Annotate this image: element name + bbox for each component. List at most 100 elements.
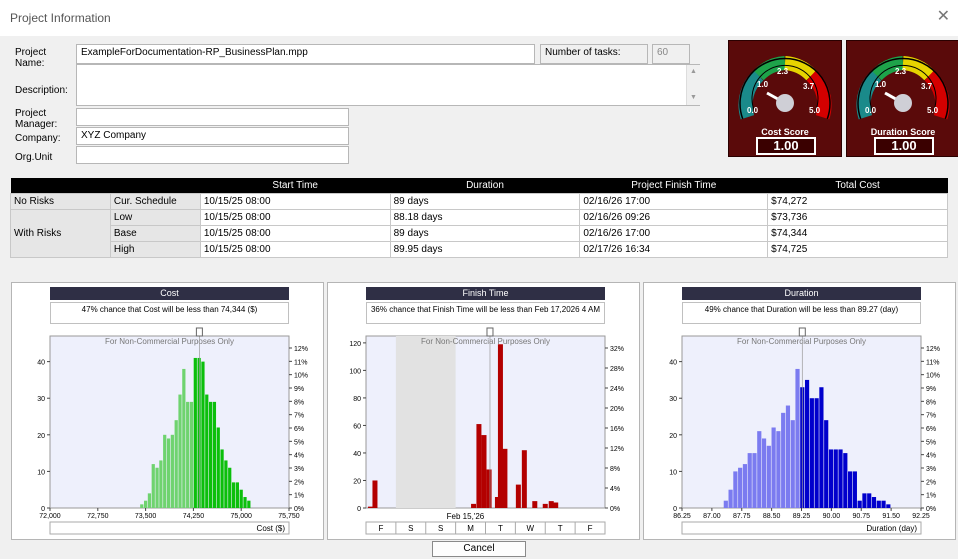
histogram-bar <box>532 501 538 508</box>
title-bar: Project Information ✕ <box>0 0 958 36</box>
histogram-bar <box>481 435 487 508</box>
histogram-bar <box>239 489 243 508</box>
duration-score-gauge: 0.0 1.0 2.3 3.7 5.0 Duration Score 1.00 <box>846 40 958 157</box>
y2-tick-label: 12% <box>610 446 624 453</box>
total-cost-cell: $74,272 <box>767 192 948 210</box>
company-field[interactable]: XYZ Company <box>76 127 349 145</box>
histogram-bar <box>151 464 155 508</box>
project-name-field[interactable]: ExampleForDocumentation-RP_BusinessPlan.… <box>76 44 535 64</box>
x-tick-label: 91.50 <box>882 513 900 520</box>
day-label: T <box>498 524 503 533</box>
histogram-bar <box>155 467 159 508</box>
y-tick-label: 100 <box>349 368 361 375</box>
gauge-value: 1.00 <box>874 137 934 155</box>
y2-tick-label: 12% <box>294 346 308 353</box>
table-row: High 10/15/25 08:00 89.95 days 02/17/26 … <box>11 240 948 258</box>
threshold-marker <box>798 327 806 337</box>
histogram-bar <box>857 500 862 508</box>
y2-tick-label: 7% <box>926 413 936 420</box>
histogram-bar <box>220 449 224 508</box>
histogram-bar <box>182 368 186 508</box>
gauge-tick-3: 3.7 <box>803 82 815 91</box>
y-tick-label: 40 <box>669 360 677 367</box>
scenario-cell: High <box>109 240 201 258</box>
y2-tick-label: 4% <box>926 453 936 460</box>
scroll-down-icon[interactable]: ▼ <box>690 94 697 101</box>
histogram-bar <box>542 503 548 508</box>
histogram-bar <box>502 448 508 508</box>
histogram-bar <box>867 493 872 508</box>
x-tick-label: 86.25 <box>673 513 691 520</box>
y2-tick-label: 2% <box>294 479 304 486</box>
chart-watermark: For Non-Commercial Purposes Only <box>105 337 234 346</box>
y-tick-label: 80 <box>353 396 361 403</box>
x-tick-label: 88.50 <box>763 513 781 520</box>
y-tick-label: 10 <box>669 469 677 476</box>
column-header: Total Cost <box>767 178 948 193</box>
histogram-bar <box>205 394 209 508</box>
threshold-marker <box>486 327 494 337</box>
duration-cell: 89 days <box>389 224 581 242</box>
x-tick-label: 73,500 <box>135 513 157 520</box>
histogram-bar <box>728 489 733 508</box>
x-tick-label: 75,750 <box>278 513 300 520</box>
y2-tick-label: 7% <box>294 413 304 420</box>
y2-tick-label: 6% <box>294 426 304 433</box>
date-label: Feb 15,'26 <box>447 512 485 521</box>
y2-tick-label: 1% <box>294 493 304 500</box>
description-field[interactable] <box>76 64 700 106</box>
scroll-up-icon[interactable]: ▲ <box>690 68 697 75</box>
histogram-bar <box>515 484 521 508</box>
histogram-bar <box>247 500 251 508</box>
y-tick-label: 40 <box>353 451 361 458</box>
project-manager-label: Project Manager: <box>15 108 58 130</box>
histogram-bar <box>733 471 738 508</box>
start-time-cell: 10/15/25 08:00 <box>199 192 391 210</box>
gauge-tick-3: 3.7 <box>921 82 933 91</box>
y-tick-label: 20 <box>37 433 45 440</box>
org-unit-field[interactable] <box>76 146 349 164</box>
x-tick-label: 89.25 <box>793 513 811 520</box>
histogram-bar <box>208 401 213 508</box>
scenario-cell: Cur. Schedule <box>109 192 201 210</box>
start-time-cell: 10/15/25 08:00 <box>199 240 391 258</box>
histogram-bar <box>757 431 762 508</box>
y2-tick-label: 0% <box>294 506 304 513</box>
x-tick-label: 87.00 <box>703 513 721 520</box>
histogram-bar <box>824 420 829 508</box>
y2-tick-label: 12% <box>926 346 940 353</box>
finish-time-cell: 02/16/26 09:26 <box>579 208 769 226</box>
cost-histogram: For Non-Commercial Purposes Only 0 10 20 30 4… <box>37 327 308 535</box>
y2-tick-label: 5% <box>294 439 304 446</box>
y2-tick-label: 4% <box>294 453 304 460</box>
histogram-bar <box>243 497 247 508</box>
y-tick-label: 0 <box>41 506 45 513</box>
gauge-dial: 0.0 1.0 2.3 3.7 5.0 <box>856 56 950 120</box>
histogram-bar <box>471 503 477 508</box>
y2-tick-label: 3% <box>294 466 304 473</box>
duration-chart-panel: Duration 49% chance that Duration will b… <box>643 282 956 540</box>
project-manager-field[interactable] <box>76 108 349 126</box>
y-tick-label: 20 <box>669 433 677 440</box>
histogram-bar <box>804 379 810 508</box>
chart-watermark: For Non-Commercial Purposes Only <box>421 337 550 346</box>
x-axis-label: Cost ($) <box>257 524 286 533</box>
day-label: F <box>378 524 383 533</box>
y2-tick-label: 24% <box>610 386 624 393</box>
row-group-label: With Risks <box>10 208 111 258</box>
histogram-bar <box>881 500 886 508</box>
org-unit-label: Org.Unit <box>15 152 53 163</box>
row-group-label: No Risks <box>10 192 111 210</box>
y2-tick-label: 6% <box>926 426 936 433</box>
histogram-bar <box>372 480 378 508</box>
histogram-bar <box>147 493 152 508</box>
scenario-cell: Base <box>109 224 201 242</box>
histogram-bar <box>201 361 205 508</box>
weekend-shade <box>395 336 456 508</box>
y2-tick-label: 16% <box>610 426 624 433</box>
cancel-button[interactable]: Cancel <box>432 541 526 557</box>
close-icon[interactable]: ✕ <box>937 9 950 25</box>
description-scrollbar[interactable]: ▲ ▼ <box>686 65 700 105</box>
x-tick-label: 90.00 <box>823 513 841 520</box>
histogram-bar <box>814 398 819 508</box>
